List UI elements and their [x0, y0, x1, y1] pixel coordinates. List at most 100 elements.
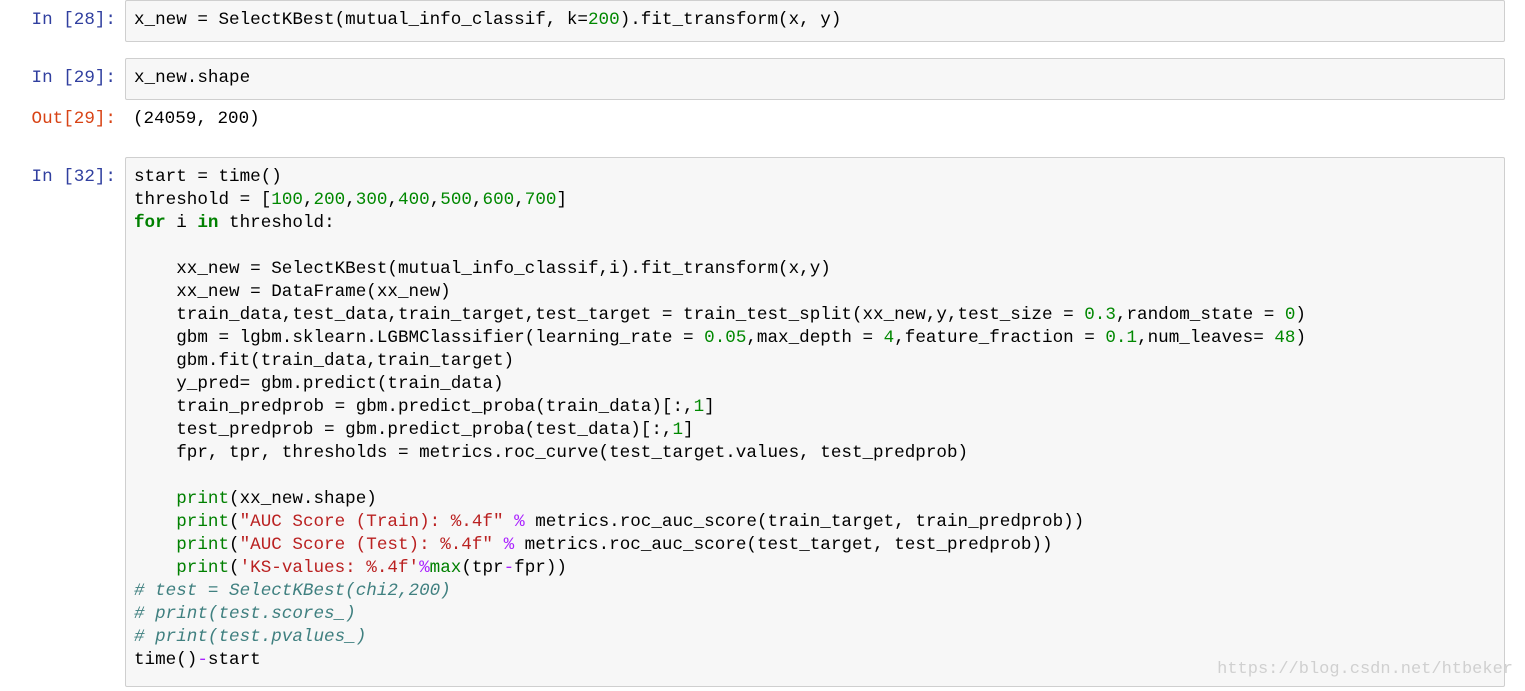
- code-token: 500: [440, 190, 472, 210]
- code-line: # print(test.scores_): [134, 603, 356, 626]
- code-token: y_pred= gbm.predict(train_data): [134, 374, 504, 394]
- code-line: xx_new = SelectKBest(mutual_info_classif…: [134, 258, 831, 281]
- code-token: 600: [482, 190, 515, 210]
- code-token: ,random_state =: [1115, 305, 1285, 325]
- code-line: print("AUC Score (Train): %.4f" % metric…: [134, 511, 1084, 534]
- code-token: ): [1295, 328, 1307, 348]
- cell-29-output-prompt: Out[29]:: [31, 109, 116, 129]
- code-token: for: [134, 213, 166, 233]
- code-token: fpr, tpr, thresholds = metrics.roc_curve…: [134, 443, 969, 463]
- code-line: xx_new = DataFrame(xx_new): [134, 281, 451, 304]
- code-line: fpr, tpr, thresholds = metrics.roc_curve…: [134, 442, 968, 465]
- code-token: 300: [355, 190, 388, 210]
- code-token: -: [503, 558, 515, 578]
- code-token: start = time(): [134, 167, 282, 187]
- code-token: ]: [683, 420, 694, 440]
- code-token: %: [419, 558, 430, 578]
- code-token: -: [197, 650, 208, 670]
- code-token: "AUC Score (Train): %.4f": [239, 512, 504, 532]
- cell-32-code-editor[interactable]: start = time() threshold = [100,200,300,4…: [125, 157, 1505, 687]
- code-token: 0: [1284, 305, 1296, 325]
- code-line: train_data,test_data,train_target,test_t…: [134, 304, 1306, 327]
- code-token: in: [197, 213, 219, 233]
- code-token: ,num_leaves=: [1137, 328, 1275, 348]
- code-token: print: [176, 512, 230, 532]
- code-line: print("AUC Score (Test): %.4f" % metrics…: [134, 534, 1053, 557]
- code-token: 'KS-values: %.4f': [239, 558, 420, 578]
- code-token: threshold:: [218, 213, 335, 233]
- code-token: train_predprob = gbm.predict_proba(train…: [134, 397, 694, 417]
- code-token: # print(test.pvalues_): [134, 627, 367, 647]
- code-token: (: [229, 512, 240, 532]
- code-line: threshold = [100,200,300,400,500,600,700…: [134, 189, 567, 212]
- cell-29-code-editor[interactable]: x_new.shape: [125, 58, 1505, 100]
- code-token: gbm.fit(train_data,train_target): [134, 351, 515, 371]
- code-token: ,: [429, 190, 441, 210]
- code-token: ,: [387, 190, 399, 210]
- code-token: metrics.roc_auc_score(test_target, test_…: [514, 535, 1053, 555]
- code-token: test_predprob = gbm.predict_proba(test_d…: [134, 420, 673, 440]
- code-token: ,feature_fraction =: [894, 328, 1106, 348]
- code-token: (: [229, 535, 240, 555]
- code-token: (tpr: [461, 558, 504, 578]
- code-line: train_predprob = gbm.predict_proba(train…: [134, 396, 714, 419]
- code-line: y_pred= gbm.predict(train_data): [134, 373, 504, 396]
- code-token: ,: [302, 190, 314, 210]
- code-token: fpr)): [514, 558, 567, 578]
- code-token: time(): [134, 650, 198, 670]
- code-token: ,max_depth =: [746, 328, 884, 348]
- code-line: for i in threshold:: [134, 212, 335, 235]
- code-token: 1: [693, 397, 705, 417]
- code-token: # print(test.scores_): [134, 604, 356, 624]
- code-token: metrics.roc_auc_score(train_target, trai…: [524, 512, 1085, 532]
- code-line: x_new = SelectKBest(mutual_info_classif,…: [134, 9, 841, 32]
- code-token: xx_new = DataFrame(xx_new): [134, 282, 451, 302]
- code-line: gbm = lgbm.sklearn.LGBMClassifier(learni…: [134, 327, 1306, 350]
- code-token: threshold = [: [134, 190, 272, 210]
- code-token: ).fit_transform(x, y): [619, 10, 842, 30]
- code-token: ,: [471, 190, 483, 210]
- cell-29-input-prompt: In [29]:: [31, 68, 116, 88]
- code-line: print('KS-values: %.4f'%max(tpr-fpr)): [134, 557, 567, 580]
- code-line: print(xx_new.shape): [134, 488, 377, 511]
- code-token: 0.05: [704, 328, 747, 348]
- code-token: 48: [1274, 328, 1296, 348]
- code-token: "AUC Score (Test): %.4f": [239, 535, 493, 555]
- watermark-text: https://blog.csdn.net/htbeker: [1217, 660, 1513, 679]
- code-token: (: [229, 558, 240, 578]
- code-token: 200: [313, 190, 346, 210]
- cell-32-input-prompt: In [32]:: [31, 167, 116, 187]
- code-token: 400: [398, 190, 430, 210]
- code-line: test_predprob = gbm.predict_proba(test_d…: [134, 419, 694, 442]
- code-token: 0.3: [1084, 305, 1116, 325]
- code-line: start = time(): [134, 166, 282, 189]
- code-token: 700: [524, 190, 557, 210]
- code-token: 200: [588, 10, 620, 30]
- code-token: i: [165, 213, 198, 233]
- code-token: # test = SelectKBest(chi2,200): [134, 581, 451, 601]
- code-token: start: [207, 650, 261, 670]
- code-token: 0.1: [1105, 328, 1138, 348]
- code-token: train_data,test_data,train_target,test_t…: [134, 305, 1085, 325]
- cell-29-output-text: (24059, 200): [133, 109, 260, 129]
- code-token: ): [1295, 305, 1306, 325]
- code-line: gbm.fit(train_data,train_target): [134, 350, 514, 373]
- cell-28-code-editor[interactable]: x_new = SelectKBest(mutual_info_classif,…: [125, 0, 1505, 42]
- cell-28-input-prompt: In [28]:: [31, 10, 116, 30]
- code-token: x_new.shape: [134, 68, 251, 88]
- code-token: 100: [271, 190, 303, 210]
- code-token: xx_new = SelectKBest(mutual_info_classif…: [134, 259, 831, 279]
- code-token: print: [176, 558, 230, 578]
- code-line: time()-start: [134, 649, 261, 672]
- code-token: (xx_new.shape): [229, 489, 377, 509]
- code-token: 1: [672, 420, 684, 440]
- code-line: # test = SelectKBest(chi2,200): [134, 580, 451, 603]
- code-token: 4: [883, 328, 895, 348]
- code-token: gbm = lgbm.sklearn.LGBMClassifier(learni…: [134, 328, 705, 348]
